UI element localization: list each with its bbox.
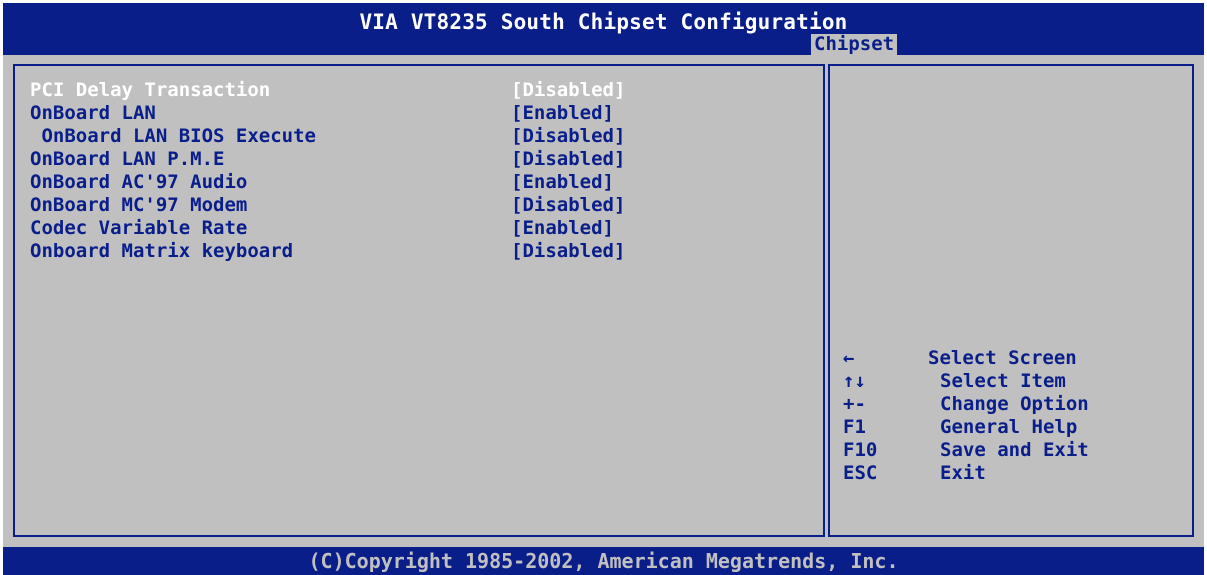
- bios-screen: VIA VT8235 South Chipset Configuration C…: [0, 0, 1207, 575]
- page-title: VIA VT8235 South Chipset Configuration: [359, 10, 848, 34]
- esc-key-label: ESC: [843, 462, 878, 484]
- setting-value[interactable]: [Disabled]: [511, 124, 625, 148]
- setting-value[interactable]: [Enabled]: [511, 170, 614, 194]
- setting-value[interactable]: [Disabled]: [511, 239, 625, 263]
- setting-value[interactable]: [Disabled]: [511, 78, 625, 102]
- setting-label: OnBoard LAN P.M.E: [30, 148, 225, 170]
- help-desc: General Help: [940, 416, 1078, 438]
- setting-value[interactable]: [Enabled]: [511, 216, 614, 240]
- setting-label: OnBoard LAN: [30, 102, 156, 124]
- setting-label: OnBoard AC'97 Audio: [30, 171, 248, 193]
- setting-value[interactable]: [Disabled]: [511, 193, 625, 217]
- help-desc: Select Screen: [928, 347, 1077, 369]
- title-bar: VIA VT8235 South Chipset Configuration C…: [3, 3, 1204, 55]
- setting-label: OnBoard LAN BIOS Execute: [30, 125, 316, 147]
- help-desc: Change Option: [940, 393, 1089, 415]
- help-desc: Exit: [940, 462, 986, 484]
- setting-value[interactable]: [Disabled]: [511, 147, 625, 171]
- help-pane: [828, 64, 1194, 537]
- left-arrow-key-icon: ←: [843, 347, 855, 369]
- setting-label: OnBoard MC'97 Modem: [30, 194, 248, 216]
- help-desc: Select Item: [940, 370, 1066, 392]
- setting-label: Codec Variable Rate: [30, 217, 248, 239]
- setting-label: PCI Delay Transaction: [30, 79, 271, 101]
- main-panel: PCI Delay Transaction [Disabled] OnBoard…: [3, 55, 1204, 547]
- setting-value[interactable]: [Enabled]: [511, 101, 614, 125]
- tab-chipset[interactable]: Chipset: [811, 34, 898, 55]
- copyright-footer: (C)Copyright 1985-2002, American Megatre…: [3, 547, 1204, 575]
- help-desc: Save and Exit: [940, 439, 1089, 461]
- setting-label: Onboard Matrix keyboard: [30, 240, 294, 262]
- f1-key-label: F1: [843, 416, 866, 438]
- up-down-arrow-key-icon: ↑↓: [843, 370, 866, 392]
- plus-minus-key-icon: +-: [843, 393, 866, 415]
- f10-key-label: F10: [843, 439, 878, 461]
